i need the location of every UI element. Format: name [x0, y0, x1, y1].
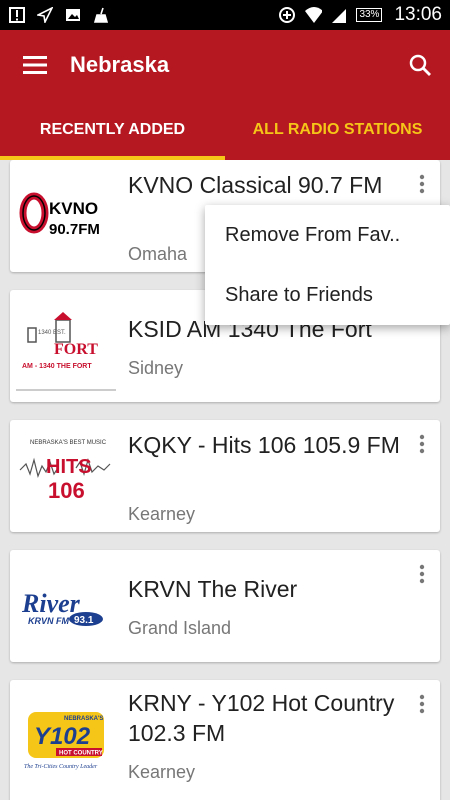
signal-icon — [330, 6, 348, 24]
station-city: Kearney — [128, 762, 196, 782]
svg-text:KRVN FM: KRVN FM — [28, 616, 69, 626]
menu-item-remove-from-favorites[interactable]: Remove From Fav.. — [205, 205, 450, 265]
station-logo: NEBRASKA'S Y102 HOT COUNTRY The Tri-Citi… — [16, 694, 116, 784]
battery-icon: 33% — [356, 8, 383, 22]
station-card[interactable]: NEBRASKA'S Y102 HOT COUNTRY The Tri-Citi… — [10, 680, 440, 800]
tab-bar: RECENTLY ADDED ALL RADIO STATIONS — [0, 100, 450, 160]
fort-logo: 1340 EST. FORT AM - 1340 THE FORT — [16, 312, 116, 391]
station-name: KVNO Classical 90.7 FM — [128, 172, 383, 198]
svg-text:FORT: FORT — [54, 341, 98, 358]
station-name: KRVN The River — [128, 576, 298, 602]
app-bar: Nebraska — [0, 30, 450, 100]
wifi-icon — [304, 6, 323, 24]
page-title: Nebraska — [70, 52, 170, 77]
more-options-icon[interactable] — [410, 692, 434, 716]
overflow-menu: Remove From Fav.. Share to Friends — [205, 205, 450, 325]
svg-text:1340 EST.: 1340 EST. — [38, 330, 66, 336]
clock: 13:06 — [394, 4, 442, 25]
svg-text:HOT COUNTRY: HOT COUNTRY — [59, 751, 103, 757]
hamburger-menu-icon[interactable] — [0, 30, 70, 100]
station-logo: KVNO 90.7FM — [16, 168, 116, 258]
tab-all-radio-stations[interactable]: ALL RADIO STATIONS — [225, 100, 450, 160]
station-card[interactable]: River 93.1 KRVN FM KRVN The River Grand … — [10, 550, 440, 662]
svg-text:NEBRASKA'S: NEBRASKA'S — [64, 716, 103, 722]
hits106-logo: NEBRASKA'S BEST MUSIC HITS 106 — [19, 440, 111, 503]
station-logo: River 93.1 KRVN FM — [16, 560, 116, 650]
svg-text:River: River — [21, 589, 81, 618]
station-city: Kearney — [128, 504, 196, 524]
svg-text:106: 106 — [48, 478, 85, 503]
more-options-icon[interactable] — [410, 172, 434, 196]
station-logo: 1340 EST. FORT AM - 1340 THE FORT — [16, 302, 116, 392]
svg-text:AM - 1340 THE FORT: AM - 1340 THE FORT — [22, 363, 92, 370]
svg-text:Y102: Y102 — [34, 723, 91, 750]
svg-text:KVNO: KVNO — [49, 199, 98, 218]
more-options-icon[interactable] — [410, 432, 434, 456]
image-icon — [64, 6, 82, 24]
svg-text:NEBRASKA'S BEST MUSIC: NEBRASKA'S BEST MUSIC — [30, 440, 107, 446]
broom-icon — [92, 6, 110, 24]
y102-logo: NEBRASKA'S Y102 HOT COUNTRY The Tri-Citi… — [24, 712, 104, 770]
station-city: Grand Island — [128, 618, 232, 638]
station-card[interactable]: NEBRASKA'S BEST MUSIC HITS 106 KQKY - Hi… — [10, 420, 440, 532]
station-name: KQKY - Hits 106 105.9 FM — [128, 432, 400, 458]
svg-text:93.1: 93.1 — [74, 615, 94, 626]
station-city: Sidney — [128, 358, 184, 378]
more-options-icon[interactable] — [410, 562, 434, 586]
menu-item-share-to-friends[interactable]: Share to Friends — [205, 265, 450, 325]
svg-text:HITS: HITS — [46, 456, 92, 478]
alert-icon — [8, 6, 26, 24]
kvno-logo: KVNO 90.7FM — [19, 192, 100, 238]
svg-text:The Tri-Cities Country Leader: The Tri-Cities Country Leader — [24, 764, 98, 770]
search-icon[interactable] — [390, 30, 450, 100]
svg-text:90.7FM: 90.7FM — [49, 221, 100, 238]
station-city: Omaha — [128, 244, 188, 264]
data-saver-icon — [278, 6, 296, 24]
tab-recently-added[interactable]: RECENTLY ADDED — [0, 100, 225, 160]
send-icon — [36, 6, 54, 24]
station-name: KRNY - Y102 Hot Country 102.3 FM — [128, 690, 395, 746]
station-logo: NEBRASKA'S BEST MUSIC HITS 106 — [16, 430, 116, 520]
status-bar: 33% 13:06 — [0, 0, 450, 30]
river-logo: River 93.1 KRVN FM — [21, 589, 103, 626]
